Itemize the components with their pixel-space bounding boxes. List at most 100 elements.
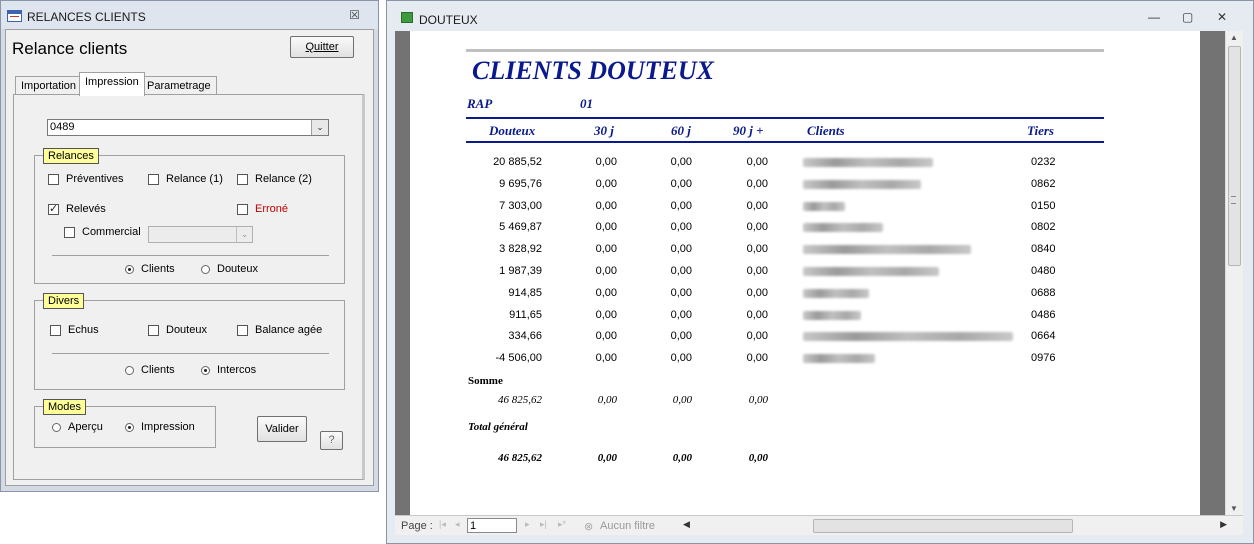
- cell-douteux: 914,85: [508, 286, 542, 299]
- help-button[interactable]: ?: [320, 431, 343, 450]
- page-number-input[interactable]: [467, 518, 517, 533]
- cell-30j: 0,00: [595, 199, 617, 212]
- cell-30j: 0,00: [595, 221, 617, 234]
- cell-30j: 0,00: [595, 308, 617, 321]
- cell-douteux: 5 469,87: [499, 221, 542, 234]
- checkbox-box: [48, 173, 59, 185]
- right-window-title: DOUTEUX: [419, 13, 478, 27]
- douteux-checkbox[interactable]: Douteux: [148, 324, 207, 336]
- cell-90j: 0,00: [746, 221, 768, 234]
- close-icon[interactable]: ☒: [349, 8, 360, 22]
- cell-tiers: 0480: [1031, 265, 1056, 277]
- right-titlebar[interactable]: DOUTEUX — ▢ ✕: [387, 1, 1253, 31]
- col-header-clients: Clients: [807, 123, 845, 138]
- modes-radio-impression[interactable]: Impression: [125, 421, 195, 433]
- relances-clients-window: RELANCES CLIENTS ☒ Relance clients Quitt…: [0, 0, 379, 492]
- prev-page-icon[interactable]: ◂: [455, 519, 460, 530]
- errone-checkbox[interactable]: Erroné: [237, 203, 288, 215]
- echus-checkbox[interactable]: Echus: [50, 324, 99, 336]
- rap-label: RAP: [467, 96, 493, 111]
- commercial-checkbox[interactable]: Commercial: [64, 226, 141, 238]
- releves-checkbox[interactable]: Relevés: [48, 202, 106, 215]
- horizontal-scrollbar[interactable]: ◀ ▶: [679, 518, 1231, 534]
- cell-30j: 0,00: [595, 352, 617, 365]
- relances-radio-douteux[interactable]: Douteux: [201, 263, 258, 275]
- commercial-label: Commercial: [82, 226, 141, 238]
- radio-unselected: [125, 365, 134, 375]
- total-90j: 0,00: [748, 452, 768, 464]
- echus-label: Echus: [68, 324, 99, 336]
- redacted-client-name: [803, 288, 869, 298]
- col-header-60j: 60 j: [671, 123, 691, 138]
- preventives-label: Préventives: [66, 173, 124, 185]
- checkbox-box: [237, 203, 248, 215]
- divers-radio-intercos[interactable]: Intercos: [201, 364, 256, 376]
- radio-unselected: [201, 264, 210, 274]
- radio-selected: [125, 264, 134, 274]
- report-page: CLIENTS DOUTEUX RAP 01 Douteux 30 j 60 j…: [410, 31, 1200, 515]
- scroll-left-icon[interactable]: ◀: [683, 519, 690, 530]
- preventives-checkbox[interactable]: Préventives: [48, 173, 123, 185]
- last-page-icon[interactable]: ▸|: [540, 519, 547, 530]
- divers-radio-clients[interactable]: Clients: [125, 364, 175, 376]
- chevron-down-icon: ⌄: [236, 227, 252, 242]
- somme-90j: 0,00: [748, 394, 768, 406]
- divers-radio-clients-label: Clients: [141, 364, 175, 376]
- cell-90j: 0,00: [746, 156, 768, 168]
- scroll-right-icon[interactable]: ▶: [1220, 519, 1227, 530]
- relances-radio-clients[interactable]: Clients: [125, 263, 175, 275]
- cell-douteux: 7 303,00: [499, 199, 542, 212]
- scroll-down-icon[interactable]: ▼: [1230, 504, 1238, 513]
- cell-30j: 0,00: [595, 243, 617, 256]
- cell-60j: 0,00: [670, 199, 692, 212]
- somme-douteux: 46 825,62: [498, 394, 542, 406]
- cell-60j: 0,00: [670, 352, 692, 365]
- filter-status[interactable]: Aucun filtre: [600, 520, 655, 532]
- balance-agee-checkbox[interactable]: Balance agée: [237, 324, 322, 336]
- rap-combo[interactable]: 0489 ⌄: [47, 119, 329, 136]
- douteux-label: Douteux: [166, 324, 207, 336]
- col-header-30j: 30 j: [594, 123, 614, 138]
- modes-radio-apercu[interactable]: Aperçu: [52, 421, 103, 433]
- relances-group-label: Relances: [43, 148, 99, 164]
- first-page-icon[interactable]: |◂: [439, 519, 446, 530]
- scroll-up-icon[interactable]: ▲: [1230, 33, 1238, 42]
- tab-parametrage[interactable]: Parametrage: [141, 76, 217, 96]
- report-title: CLIENTS DOUTEUX: [472, 56, 714, 85]
- relance1-checkbox[interactable]: Relance (1): [148, 173, 223, 185]
- radio-selected: [201, 365, 210, 375]
- redacted-client-name: [803, 332, 1013, 342]
- cell-60j: 0,00: [670, 265, 692, 277]
- rap-value: 01: [580, 96, 593, 111]
- tab-importation[interactable]: Importation: [15, 76, 83, 96]
- checkbox-box: [237, 173, 248, 185]
- errone-label: Erroné: [255, 203, 289, 215]
- tab-impression[interactable]: Impression: [79, 72, 145, 96]
- balance-agee-label: Balance agée: [255, 324, 323, 336]
- cell-douteux: 3 828,92: [499, 243, 542, 256]
- new-record-icon[interactable]: ▸*: [558, 519, 566, 530]
- minimize-icon[interactable]: —: [1148, 10, 1160, 24]
- next-page-icon[interactable]: ▸: [525, 519, 530, 530]
- cell-tiers: 0150: [1031, 199, 1056, 212]
- divers-radio-intercos-label: Intercos: [217, 364, 257, 376]
- cell-90j: 0,00: [746, 308, 768, 321]
- close-icon[interactable]: ✕: [1217, 10, 1227, 24]
- valider-button[interactable]: Valider: [257, 416, 307, 442]
- radio-selected: [125, 422, 134, 432]
- vertical-scroll-thumb[interactable]: [1228, 46, 1241, 266]
- redacted-client-name: [803, 245, 971, 255]
- modes-group-label: Modes: [43, 399, 87, 415]
- quit-button[interactable]: Quitter: [290, 36, 354, 58]
- horizontal-scroll-thumb[interactable]: [813, 519, 1073, 533]
- left-titlebar[interactable]: RELANCES CLIENTS ☒: [1, 1, 378, 29]
- checkbox-box: [148, 173, 159, 185]
- divers-divider: [52, 353, 329, 354]
- header-rule-bottom: [466, 141, 1104, 143]
- commercial-combo[interactable]: ⌄: [148, 226, 253, 243]
- cell-30j: 0,00: [595, 156, 617, 168]
- vertical-scrollbar[interactable]: ▲ ▼: [1225, 31, 1243, 515]
- chevron-down-icon[interactable]: ⌄: [311, 120, 328, 135]
- maximize-icon[interactable]: ▢: [1182, 10, 1193, 24]
- relance2-checkbox[interactable]: Relance (2): [237, 173, 312, 185]
